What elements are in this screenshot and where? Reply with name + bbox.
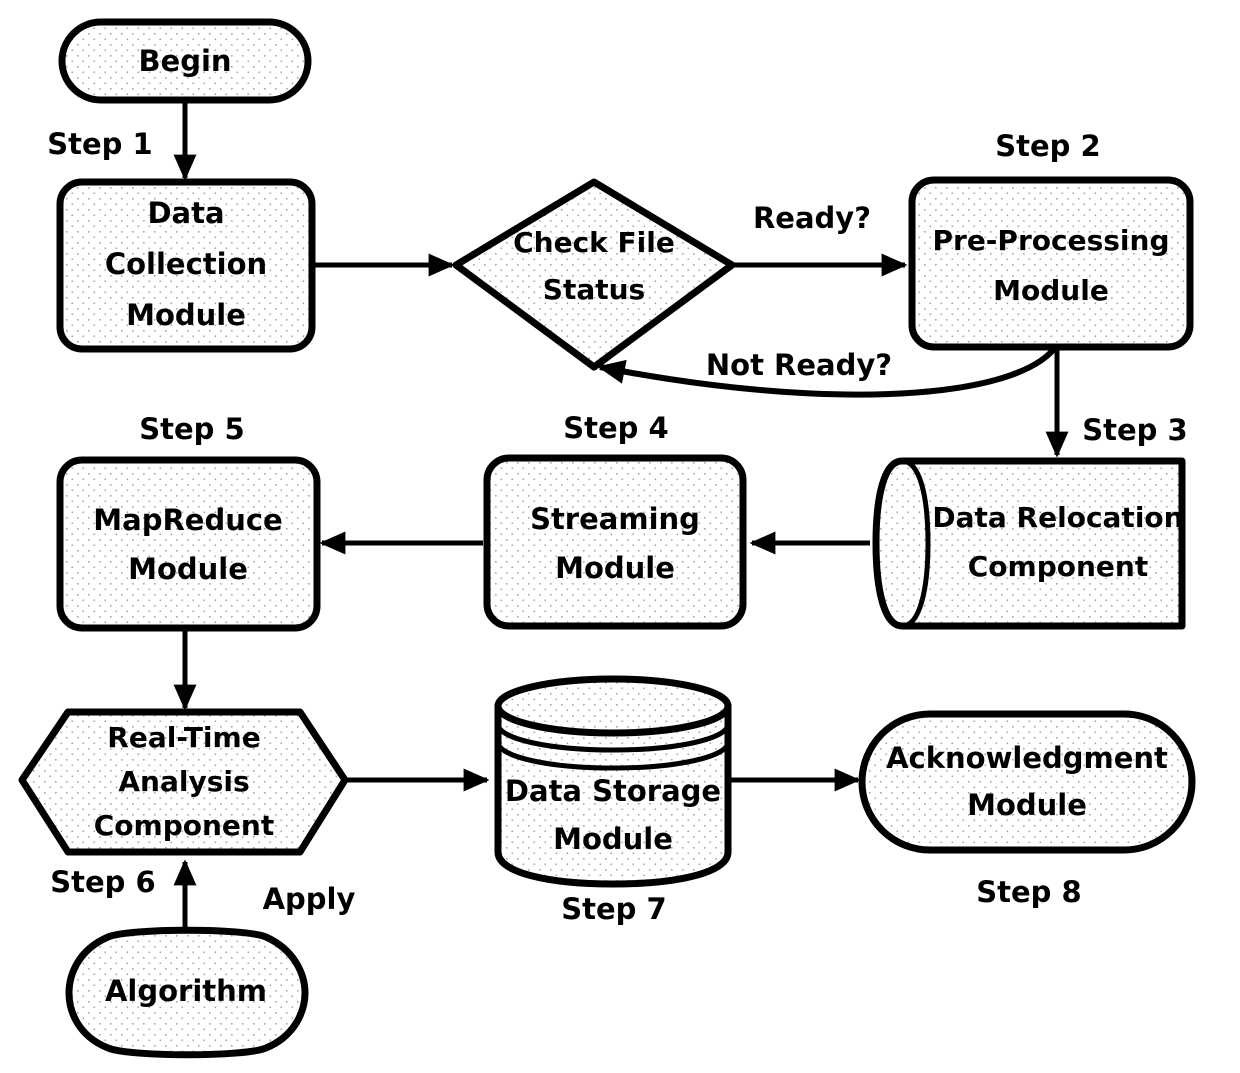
preprocessing-shape (908, 176, 1194, 351)
step-label-step6: Step 6 (50, 865, 155, 899)
node-acknowledgment[interactable]: Acknowledgment Module (858, 710, 1196, 854)
mapreduce-shape (56, 456, 321, 632)
node-algorithm[interactable]: Algorithm (65, 926, 309, 1059)
step-label-step4: Step 4 (563, 411, 668, 445)
edge-label-ready: Ready? (753, 201, 871, 235)
node-mapreduce[interactable]: MapReduce Module (56, 456, 321, 632)
mapreduce-label-line-2: Module (128, 552, 248, 586)
acknowledgment-shape (858, 710, 1196, 854)
data-relocation-label-line-2: Component (968, 550, 1148, 583)
streaming-label-line-2: Module (555, 551, 675, 585)
algorithm-label: Algorithm (105, 974, 267, 1008)
step-label-step7: Step 7 (561, 892, 666, 926)
node-data-storage[interactable]: Data Storage Module (494, 675, 732, 888)
data-storage-top-ellipse (494, 675, 732, 737)
streaming-label-line-1: Streaming (530, 502, 700, 536)
realtime-label-line-3: Component (94, 809, 274, 842)
data-collection-label-line-1: Data (147, 196, 224, 230)
acknowledgment-label-line-2: Module (967, 788, 1087, 822)
data-storage-label-line-2: Module (553, 822, 673, 856)
node-realtime-analysis[interactable]: Real-Time Analysis Component (18, 708, 349, 856)
data-relocation-label-line-1: Data Relocation (932, 501, 1183, 534)
step-label-step1: Step 1 (47, 127, 152, 161)
edge-label-apply: Apply (263, 882, 356, 916)
data-collection-label-line-2: Collection (105, 247, 267, 281)
step-label-step5: Step 5 (139, 412, 244, 446)
node-data-collection[interactable]: Data Collection Module (56, 178, 316, 353)
data-storage-label-line-1: Data Storage (505, 774, 721, 808)
data-collection-label-line-3: Module (126, 298, 246, 332)
preprocessing-label-line-2: Module (993, 274, 1109, 307)
flowchart-canvas: Begin Data Collection Module Check File … (0, 0, 1240, 1073)
edge-label-not-ready: Not Ready? (706, 348, 892, 382)
streaming-shape (483, 454, 747, 630)
begin-label: Begin (138, 44, 231, 78)
acknowledgment-label-line-1: Acknowledgment (886, 741, 1168, 775)
step-label-step2: Step 2 (995, 129, 1100, 163)
node-data-relocation[interactable]: Data Relocation Component (872, 457, 1186, 630)
step-label-step8: Step 8 (976, 875, 1081, 909)
node-check-file-status[interactable]: Check File Status (452, 178, 736, 371)
realtime-label-line-2: Analysis (118, 765, 249, 798)
node-begin[interactable]: Begin (58, 18, 312, 104)
realtime-label-line-1: Real-Time (107, 721, 260, 754)
preprocessing-label-line-1: Pre-Processing (932, 224, 1169, 257)
check-file-status-label-line-1: Check File (513, 226, 675, 259)
check-file-status-label-line-2: Status (543, 273, 645, 306)
node-streaming[interactable]: Streaming Module (483, 454, 747, 630)
flowchart-diagram: Begin Data Collection Module Check File … (18, 18, 1196, 1059)
mapreduce-label-line-1: MapReduce (93, 503, 282, 537)
step-label-step3: Step 3 (1082, 413, 1187, 447)
node-preprocessing[interactable]: Pre-Processing Module (908, 176, 1194, 351)
